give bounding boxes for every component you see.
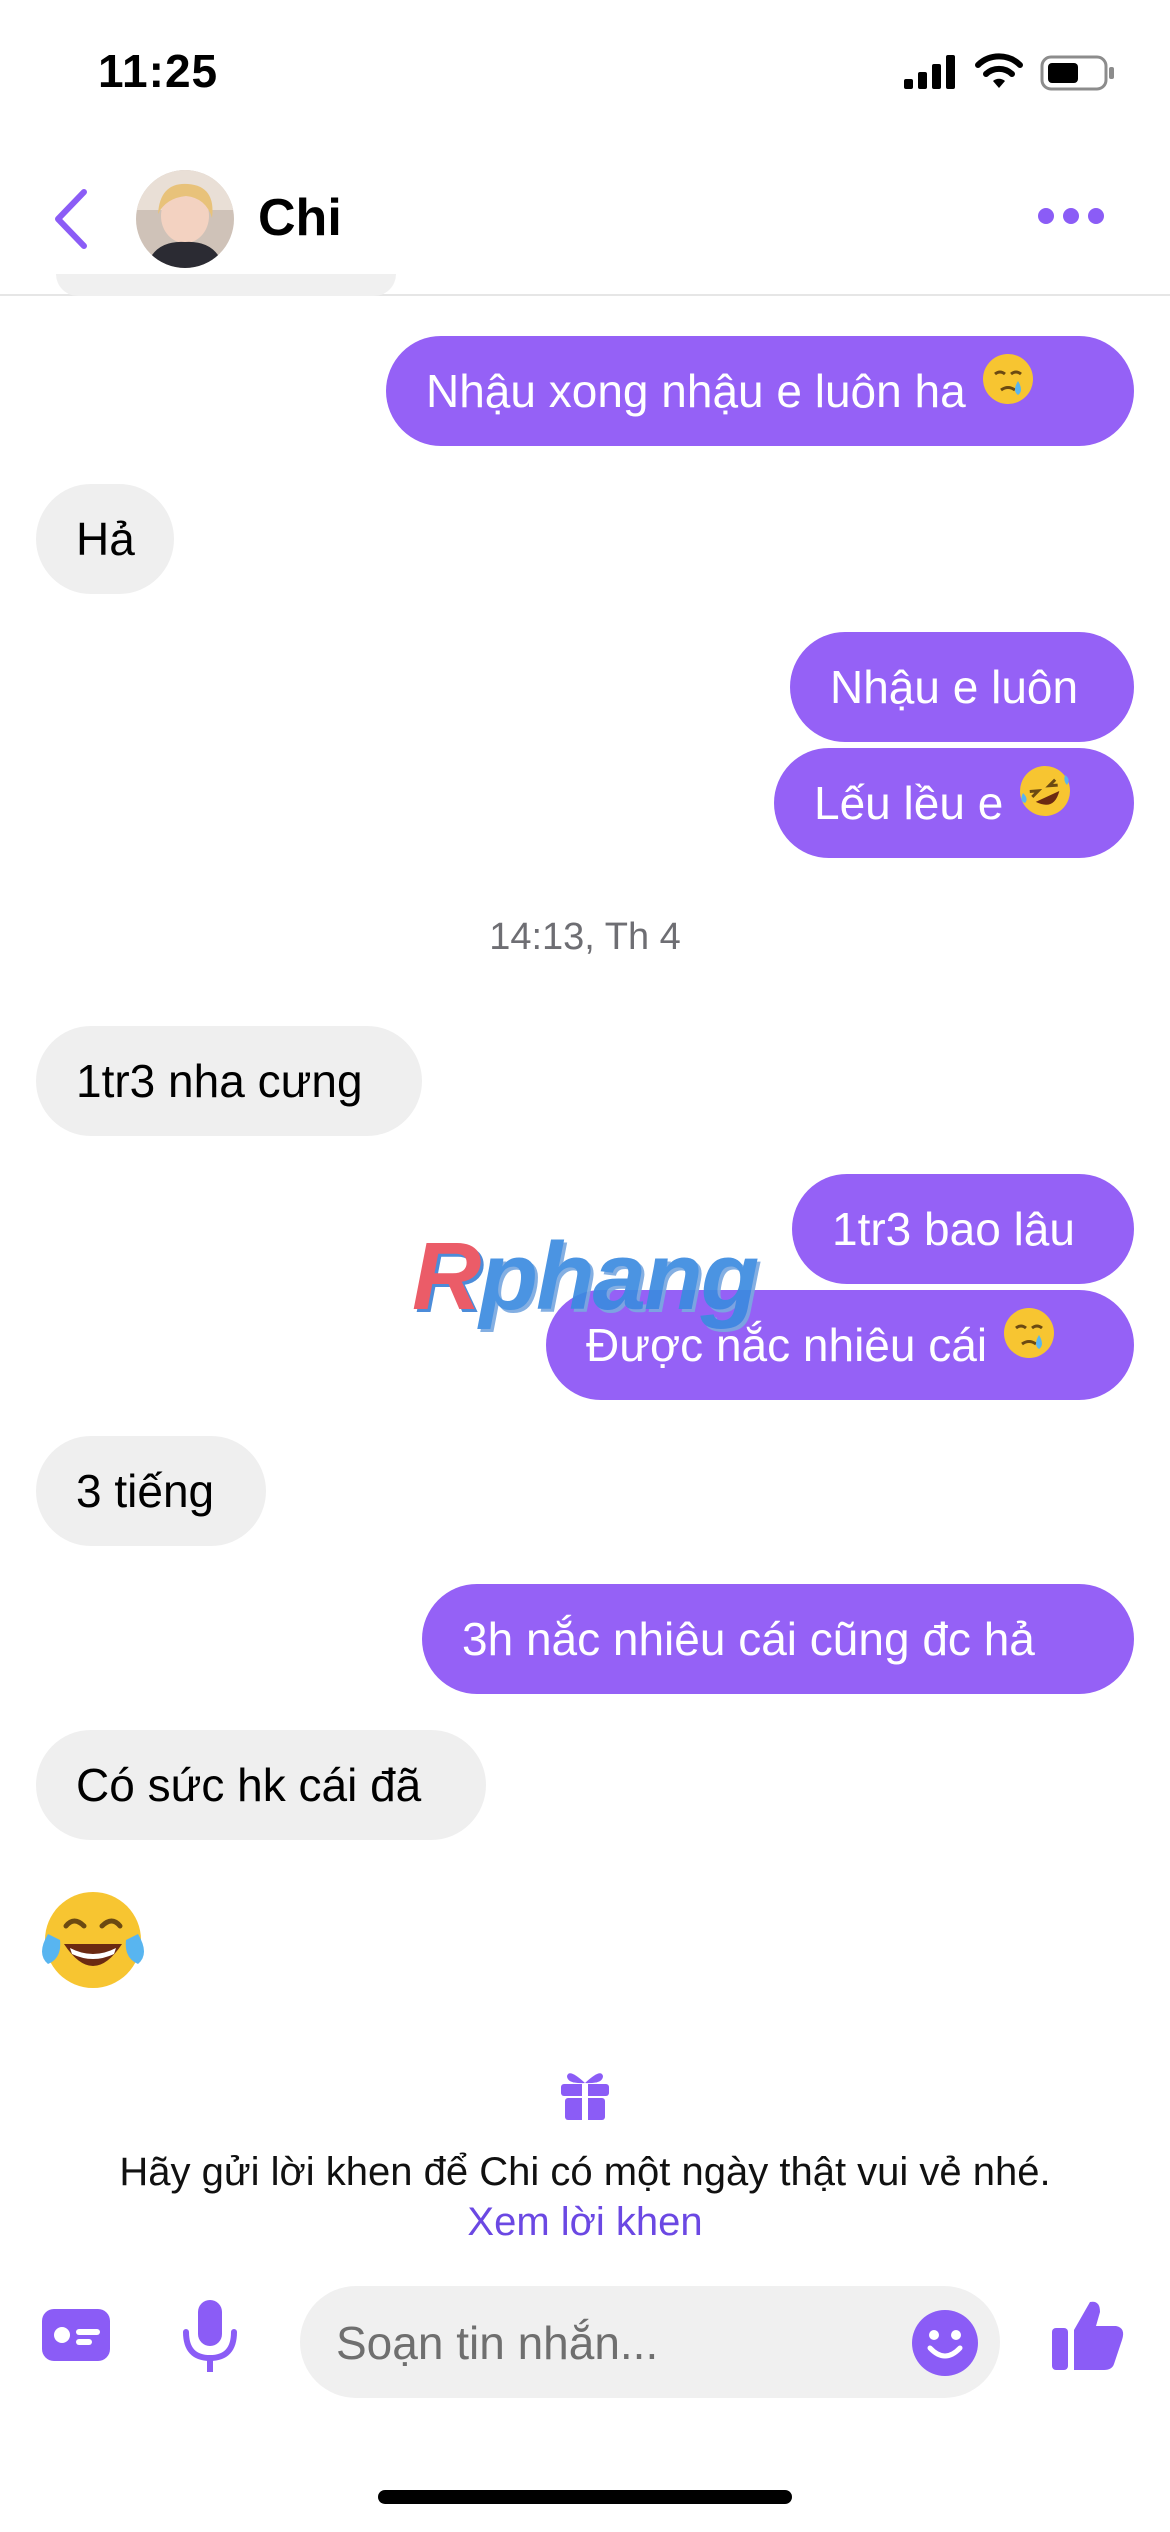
status-bar: 11:25 <box>0 0 1170 140</box>
gift-icon <box>561 2073 609 2120</box>
rolling-laughing-face-emoji-icon <box>1017 748 1073 858</box>
back-chevron-icon[interactable] <box>48 186 92 252</box>
incoming-message[interactable]: Hả <box>36 484 174 594</box>
outgoing-message[interactable]: Lếu lều e <box>774 748 1134 858</box>
battery-icon <box>1040 55 1114 91</box>
message-input[interactable] <box>334 2286 898 2400</box>
incoming-message[interactable]: 3 tiếng <box>36 1436 266 1546</box>
watermark-logo: Rphang <box>412 1223 759 1330</box>
outgoing-message[interactable]: 3h nắc nhiêu cái cũng đc hả <box>422 1584 1134 1694</box>
incoming-message[interactable]: 1tr3 nha cưng <box>36 1026 422 1136</box>
avatar[interactable] <box>136 170 234 268</box>
view-compliments-link[interactable]: Xem lời khen <box>0 2200 1170 2245</box>
contact-name[interactable]: Chi <box>258 188 342 248</box>
signal-icon <box>904 55 955 89</box>
incoming-message[interactable]: Có sức hk cái đã <box>36 1730 486 1840</box>
tears-of-joy-emoji-icon[interactable] <box>38 1888 148 1997</box>
status-time: 11:25 <box>98 45 219 97</box>
microphone-icon[interactable] <box>180 2298 240 2374</box>
crying-face-emoji-icon <box>980 336 1036 446</box>
wifi-icon <box>975 53 1023 88</box>
timestamp: 14:13, Th 4 <box>489 916 681 958</box>
card-icon[interactable] <box>40 2305 112 2365</box>
previous-message-edge <box>56 274 396 296</box>
thumbs-up-icon[interactable] <box>1050 2298 1126 2372</box>
outgoing-message[interactable]: 1tr3 bao lâu <box>792 1174 1134 1284</box>
more-dots-icon[interactable] <box>1036 206 1106 226</box>
message-input-container[interactable] <box>300 2286 1000 2400</box>
outgoing-message[interactable]: Nhậu xong nhậu e luôn ha <box>386 336 1134 446</box>
outgoing-message[interactable]: Nhậu e luôn <box>790 632 1134 742</box>
composer-bar <box>0 2270 1170 2410</box>
compliment-prompt: Hãy gửi lời khen để Chi có một ngày thật… <box>119 2150 1051 2194</box>
crying-face-emoji-icon <box>1001 1290 1057 1400</box>
home-indicator <box>378 2490 792 2504</box>
smile-icon[interactable] <box>910 2308 980 2378</box>
